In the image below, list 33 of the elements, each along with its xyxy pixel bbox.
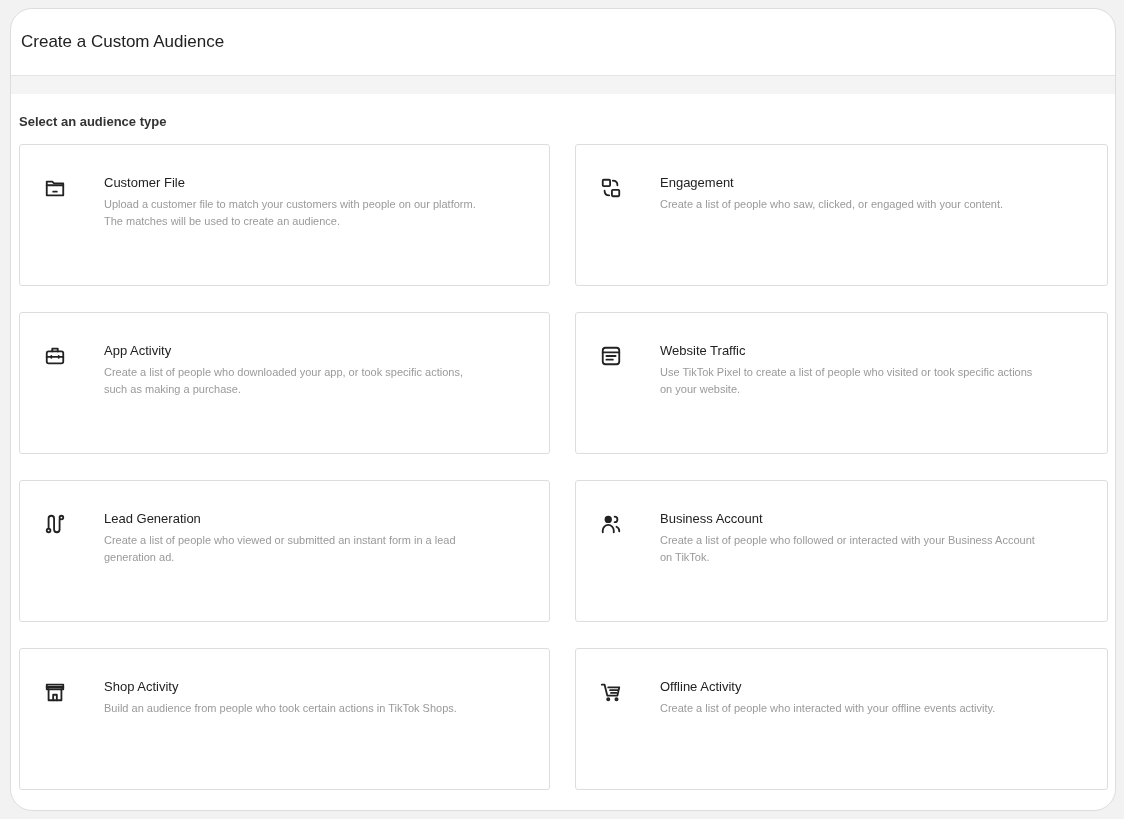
card-description: Create a list of people who followed or interacted with your Business Account on TikTok. bbox=[660, 533, 1036, 565]
card-description: Use TikTok Pixel to create a list of people who visited or took specific actions on your website. bbox=[660, 365, 1034, 397]
briefcase-icon bbox=[44, 345, 66, 367]
audience-type-card[interactable]: Engagement Create a list of people who saw, clicked, or engaged with your content. bbox=[575, 144, 1108, 286]
card-title: Offline Activity bbox=[660, 679, 743, 694]
store-icon bbox=[44, 681, 66, 703]
card-description: Create a list of people who viewed or submitted an instant form in a lead generation ad. bbox=[104, 533, 457, 565]
card-title: Lead Generation bbox=[104, 511, 202, 526]
route-icon bbox=[44, 513, 66, 535]
audience-type-card[interactable]: Website Traffic Use TikTok Pixel to create a list of people who visited or took specific actions on your website. bbox=[575, 312, 1108, 454]
card-title: Shop Activity bbox=[104, 679, 180, 694]
audience-type-card[interactable]: Lead Generation Create a list of people who viewed or submitted an instant form in a lead generation ad. bbox=[19, 480, 550, 622]
section-label: Select an audience type bbox=[19, 114, 168, 129]
swap-squares-icon bbox=[600, 177, 622, 199]
cart-icon bbox=[600, 681, 622, 703]
card-description: Create a list of people who interacted with your offline events activity. bbox=[660, 701, 996, 716]
audience-type-card[interactable]: Shop Activity Build an audience from people who took certain actions in TikTok Shops. bbox=[19, 648, 550, 790]
dialog-title: Create a Custom Audience bbox=[21, 32, 225, 52]
audience-type-card[interactable]: Offline Activity Create a list of people who interacted with your offline events activity. bbox=[575, 648, 1108, 790]
card-description: Create a list of people who saw, clicked, or engaged with your content. bbox=[660, 197, 1004, 212]
audience-type-card[interactable]: App Activity Create a list of people who downloaded your app, or took specific actions, such as making a purchase. bbox=[19, 312, 550, 454]
card-title: Customer File bbox=[104, 175, 186, 190]
audience-type-card[interactable]: Business Account Create a list of people who followed or interacted with your Business Account on TikTok. bbox=[575, 480, 1108, 622]
card-title: Website Traffic bbox=[660, 343, 747, 358]
browser-window-icon bbox=[600, 345, 622, 367]
card-description: Upload a customer file to match your customers with people on our platform. The matches will be used to create an audience. bbox=[104, 197, 477, 229]
card-description: Build an audience from people who took certain actions in TikTok Shops. bbox=[104, 701, 457, 716]
audience-type-card[interactable]: Customer File Upload a customer file to match your customers with people on our platform. The matches will be used to create an audience. bbox=[19, 144, 550, 286]
card-title: App Activity bbox=[104, 343, 173, 358]
card-title: Engagement bbox=[660, 175, 735, 190]
people-icon bbox=[600, 513, 622, 535]
card-title: Business Account bbox=[660, 511, 764, 526]
card-description: Create a list of people who downloaded your app, or took specific actions, such as making a purchase. bbox=[104, 365, 464, 397]
